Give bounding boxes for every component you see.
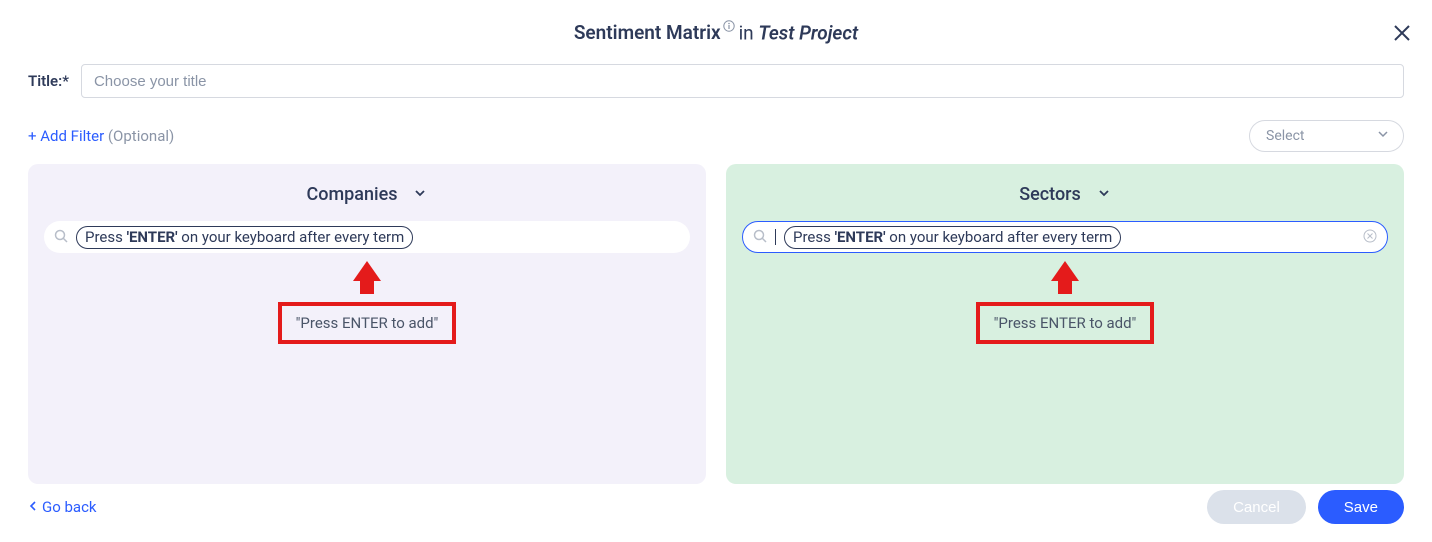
sectors-search-input[interactable]: Press 'ENTER' on your keyboard after eve…: [742, 221, 1388, 253]
sectors-heading: Sectors: [1019, 184, 1081, 205]
sectors-panel: Sectors Press 'ENTER' on your keyboard a…: [726, 164, 1404, 484]
arrow-up-icon: [353, 261, 381, 281]
page-title: Sentiment Matrix: [574, 21, 721, 44]
go-back-link[interactable]: Go back: [28, 498, 97, 516]
chevron-down-icon: [1377, 128, 1389, 144]
add-filter-label: + Add Filter: [28, 127, 108, 145]
search-icon: [54, 228, 68, 247]
panels-container: Companies Press 'ENTER' on your keyboard…: [0, 164, 1432, 484]
arrow-stem: [360, 280, 374, 294]
header-in-word: in: [739, 21, 759, 44]
clear-icon[interactable]: [1363, 228, 1377, 247]
companies-header[interactable]: Companies: [44, 184, 690, 205]
chevron-down-icon: [413, 184, 427, 205]
companies-search-input[interactable]: Press 'ENTER' on your keyboard after eve…: [44, 221, 690, 253]
title-label: Title:*: [28, 72, 69, 90]
go-back-label: Go back: [42, 498, 97, 516]
arrow-stem: [1058, 280, 1072, 294]
sectors-annotation-text: "Press ENTER to add": [976, 302, 1155, 344]
companies-placeholder-pill: Press 'ENTER' on your keyboard after eve…: [76, 226, 413, 249]
footer: Go back Cancel Save: [0, 490, 1432, 524]
search-icon: [753, 228, 767, 247]
text-cursor: [775, 229, 776, 245]
companies-annotation: "Press ENTER to add": [44, 261, 690, 344]
cancel-button[interactable]: Cancel: [1207, 490, 1306, 524]
add-filter-link[interactable]: + Add Filter (Optional): [28, 127, 174, 145]
header-project-name: Test Project: [758, 21, 858, 44]
save-button[interactable]: Save: [1318, 490, 1404, 524]
sectors-placeholder-pill: Press 'ENTER' on your keyboard after eve…: [784, 226, 1121, 249]
select-label: Select: [1266, 128, 1304, 144]
companies-panel: Companies Press 'ENTER' on your keyboard…: [28, 164, 706, 484]
title-input[interactable]: [81, 64, 1404, 98]
companies-annotation-text: "Press ENTER to add": [278, 302, 457, 344]
sectors-header[interactable]: Sectors: [742, 184, 1388, 205]
page-header: Sentiment Matrix in Test Project: [0, 0, 1432, 54]
arrow-up-icon: [1051, 261, 1079, 281]
chevron-left-icon: [28, 498, 38, 516]
select-dropdown[interactable]: Select: [1249, 120, 1404, 152]
info-icon[interactable]: [723, 17, 735, 29]
title-row: Title:*: [0, 54, 1432, 106]
close-icon[interactable]: [1392, 24, 1412, 44]
chevron-down-icon: [1097, 184, 1111, 205]
filter-row: + Add Filter (Optional) Select: [0, 106, 1432, 164]
companies-heading: Companies: [307, 184, 398, 205]
sectors-annotation: "Press ENTER to add": [742, 261, 1388, 344]
add-filter-optional: (Optional): [108, 127, 174, 145]
footer-buttons: Cancel Save: [1207, 490, 1404, 524]
